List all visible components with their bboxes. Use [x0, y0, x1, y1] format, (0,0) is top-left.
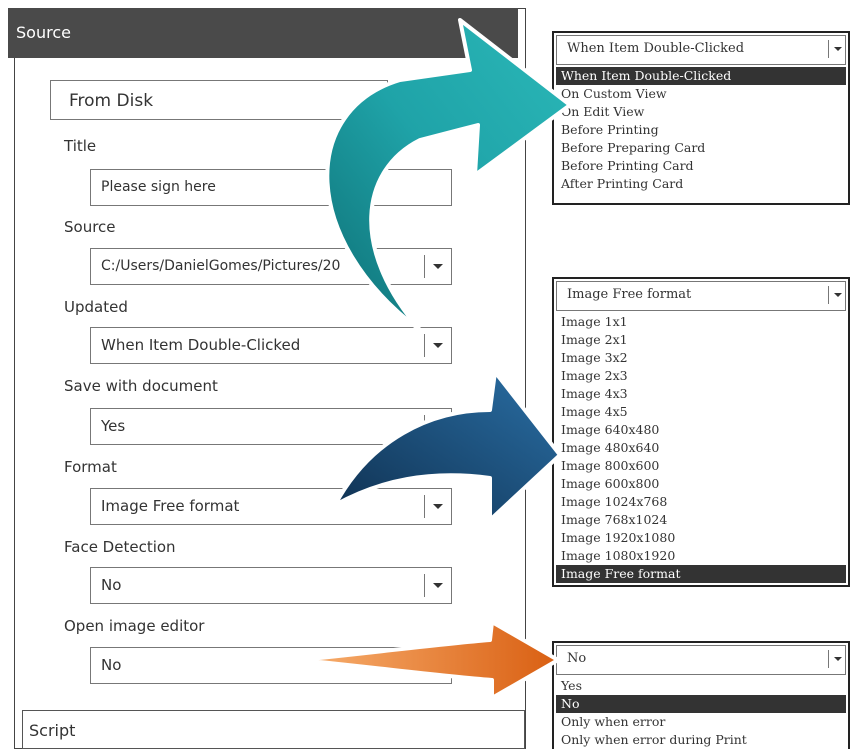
navy-arrow-icon: [333, 370, 562, 522]
orange-arrow-icon: [298, 620, 560, 700]
teal-arrow-icon: [325, 18, 572, 332]
callout-arrows: [298, 18, 572, 700]
